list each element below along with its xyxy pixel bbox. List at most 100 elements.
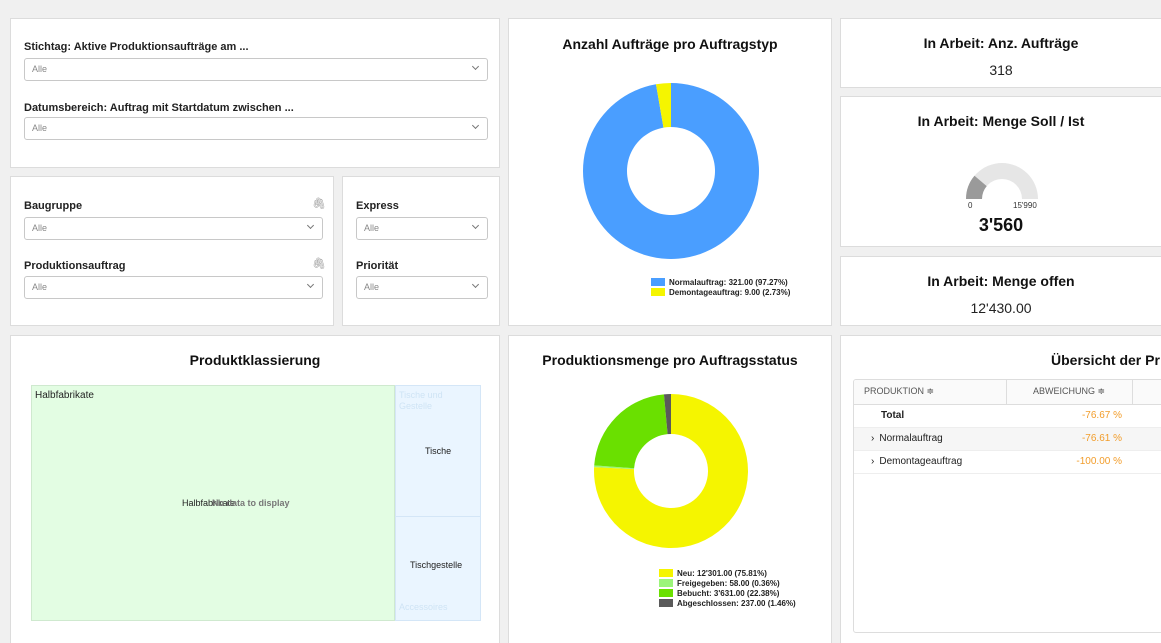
- chevron-down-icon: [471, 62, 480, 71]
- expand-chevron-icon[interactable]: ›: [871, 456, 874, 467]
- paperclip-icon[interactable]: 🖇: [312, 257, 326, 270]
- baugruppe-select[interactable]: Alle: [24, 217, 323, 240]
- table-row[interactable]: Total -76.67 %: [854, 404, 1161, 428]
- produktklassierung-card: Produktklassierung Halbfabrikate Halbfab…: [10, 335, 500, 643]
- expand-chevron-icon[interactable]: ›: [871, 433, 874, 444]
- auftragsstatus-legend: Neu: 12'301.00 (75.81%) Freigegeben: 58.0…: [659, 568, 796, 608]
- legend-item[interactable]: Normalauftrag: 321.00 (97.27%): [651, 277, 790, 287]
- produktklassierung-title: Produktklassierung: [189, 352, 321, 368]
- legend-item[interactable]: Abgeschlossen: 237.00 (1.46%): [659, 598, 796, 608]
- datumsbereich-label: Datumsbereich: Auftrag mit Startdatum zw…: [24, 102, 294, 114]
- produktionsauftrag-select[interactable]: Alle: [24, 276, 323, 299]
- auftragsstatus-chart-title: Produktionsmenge pro Auftragsstatus: [542, 352, 798, 368]
- no-data-overlay: No data to display: [212, 498, 290, 508]
- legend-swatch: [659, 569, 673, 577]
- treemap-tile-halbfabrikate[interactable]: Halbfabrikate Halbfabrikate No data to d…: [31, 385, 395, 621]
- row-normal-cell: › Normalauftrag: [854, 427, 1006, 451]
- stichtag-label: Stichtag: Aktive Produktionsaufträge am …: [24, 41, 249, 53]
- gauge-min-label: 0: [968, 201, 973, 210]
- legend-item[interactable]: Neu: 12'301.00 (75.81%): [659, 568, 796, 578]
- legend-item[interactable]: Freigegeben: 58.00 (0.36%): [659, 578, 796, 588]
- chevron-down-icon: [471, 221, 480, 230]
- auftragstyp-chart-card: Anzahl Aufträge pro Auftragstyp Normalau…: [508, 18, 832, 326]
- chevron-down-icon: [306, 280, 315, 289]
- col-produktion-header[interactable]: PRODUKTION ≑: [854, 380, 1007, 405]
- treemap: Halbfabrikate Halbfabrikate No data to d…: [31, 385, 481, 621]
- datumsbereich-select-value: Alle: [32, 123, 48, 133]
- legend-swatch: [651, 288, 665, 296]
- legend-swatch: [651, 278, 665, 286]
- treemap-halbfabrikate-label: Halbfabrikate: [35, 390, 94, 401]
- row-total-extra: [1132, 404, 1161, 428]
- legend-swatch: [659, 589, 673, 597]
- legend-label: Normalauftrag: 321.00 (97.27%): [669, 277, 788, 287]
- auftragstyp-chart-title: Anzahl Aufträge pro Auftragstyp: [562, 36, 778, 52]
- chevron-down-icon: [471, 280, 480, 289]
- express-select[interactable]: Alle: [356, 217, 488, 240]
- date-filter-card: Stichtag: Aktive Produktionsaufträge am …: [10, 18, 500, 168]
- treemap-tischgestelle-label: Tischgestelle: [410, 560, 463, 570]
- paperclip-icon[interactable]: 🖇: [312, 197, 326, 210]
- legend-label: Neu: 12'301.00 (75.81%): [677, 568, 767, 578]
- soll-ist-gauge: [966, 163, 1038, 199]
- legend-label: Abgeschlossen: 237.00 (1.46%): [677, 598, 796, 608]
- kpi-anzahl-card: In Arbeit: Anz. Aufträge 318: [840, 18, 1161, 88]
- kpi-menge-offen-title: In Arbeit: Menge offen: [927, 273, 1075, 289]
- treemap-faded-bottom-label: Accessoires: [399, 602, 448, 612]
- produktionsauftrag-label: Produktionsauftrag: [24, 260, 126, 272]
- chevron-down-icon: [471, 121, 480, 130]
- kpi-soll-ist-value: 3'560: [978, 215, 1024, 235]
- prioritaet-select-value: Alle: [364, 282, 380, 292]
- kpi-soll-ist-title: In Arbeit: Menge Soll / Ist: [917, 113, 1085, 129]
- legend-label: Demontageauftrag: 9.00 (2.73%): [669, 287, 791, 297]
- auftragstyp-donut-chart: [583, 83, 759, 260]
- kpi-anzahl-value: 318: [989, 62, 1013, 78]
- table-row[interactable]: › Normalauftrag -76.61 %: [854, 427, 1161, 451]
- kpi-soll-ist-card: In Arbeit: Menge Soll / Ist 0 15'990 3'5…: [840, 96, 1161, 247]
- row-normal-extra: [1132, 427, 1161, 451]
- auftragsstatus-chart-card: Produktionsmenge pro Auftragsstatus Neu:…: [508, 335, 832, 643]
- datumsbereich-select[interactable]: Alle: [24, 117, 488, 140]
- product-filter-card: Baugruppe 🖇 Alle Produktionsauftrag 🖇 Al…: [10, 176, 334, 326]
- legend-item[interactable]: Bebucht: 3'631.00 (22.38%): [659, 588, 796, 598]
- uebersicht-table: PRODUKTION ≑ ABWEICHUNG ≑ Total -76.67 %…: [854, 380, 1161, 474]
- stichtag-select-value: Alle: [32, 64, 48, 74]
- express-select-value: Alle: [364, 223, 380, 233]
- row-total-value: -76.67 %: [1006, 404, 1132, 428]
- legend-label: Bebucht: 3'631.00 (22.38%): [677, 588, 780, 598]
- gauge-max-label: 15'990: [1013, 201, 1037, 210]
- stichtag-select[interactable]: Alle: [24, 58, 488, 81]
- chevron-down-icon: [306, 221, 315, 230]
- kpi-menge-offen-value: 12'430.00: [970, 300, 1032, 316]
- express-filter-card: Express Alle Priorität Alle: [342, 176, 500, 326]
- auftragstyp-legend: Normalauftrag: 321.00 (97.27%) Demontagea…: [651, 277, 790, 297]
- uebersicht-card: Übersicht der Pr PRODUKTION ≑ ABWEICHUNG…: [840, 335, 1161, 643]
- produktionsauftrag-select-value: Alle: [32, 282, 48, 292]
- table-row[interactable]: › Demontageauftrag -100.00 %: [854, 450, 1161, 474]
- col-extra-header: [1132, 380, 1161, 405]
- baugruppe-label: Baugruppe: [24, 200, 83, 212]
- row-demontage-name: Demontageauftrag: [879, 456, 963, 467]
- row-total-name: Total: [854, 404, 1006, 428]
- treemap-tische-label: Tische: [425, 446, 452, 456]
- kpi-anzahl-title: In Arbeit: Anz. Aufträge: [923, 35, 1079, 51]
- col-abweichung-header[interactable]: ABWEICHUNG ≑: [1006, 380, 1133, 405]
- prioritaet-label: Priorität: [356, 260, 399, 272]
- uebersicht-title: Übersicht der Pr: [1051, 352, 1160, 368]
- kpi-menge-offen-card: In Arbeit: Menge offen 12'430.00: [840, 256, 1161, 326]
- express-label: Express: [356, 200, 399, 212]
- legend-label: Freigegeben: 58.00 (0.36%): [677, 578, 780, 588]
- row-normal-name: Normalauftrag: [879, 433, 943, 444]
- legend-swatch: [659, 599, 673, 607]
- uebersicht-table-wrap: PRODUKTION ≑ ABWEICHUNG ≑ Total -76.67 %…: [853, 379, 1161, 633]
- row-demontage-extra: [1132, 450, 1161, 474]
- auftragsstatus-donut-chart: [594, 394, 748, 548]
- prioritaet-select[interactable]: Alle: [356, 276, 488, 299]
- legend-item[interactable]: Demontageauftrag: 9.00 (2.73%): [651, 287, 790, 297]
- donut-slice-bebucht[interactable]: [594, 394, 668, 469]
- baugruppe-select-value: Alle: [32, 223, 48, 233]
- row-demontage-cell: › Demontageauftrag: [854, 450, 1006, 474]
- treemap-tile-tische-und-gestelle[interactable]: Tische und Gestelle Tische Tischgestelle…: [395, 385, 481, 621]
- row-demontage-value: -100.00 %: [1006, 450, 1132, 474]
- row-normal-value: -76.61 %: [1006, 427, 1132, 451]
